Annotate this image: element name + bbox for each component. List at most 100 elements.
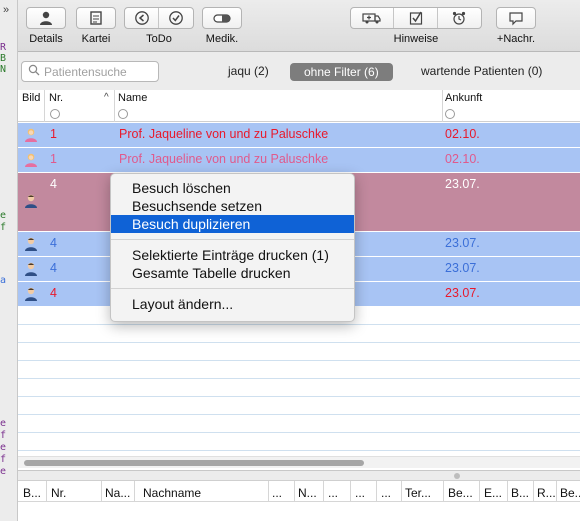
- bottom-column-header[interactable]: Nr.: [51, 486, 66, 500]
- toolbar: Details Kartei ToDo Medik. Hinweise +Nac…: [18, 0, 580, 52]
- column-header-nr[interactable]: Nr.: [49, 92, 63, 104]
- empty-row-line: [18, 378, 580, 379]
- magnifier-icon: [28, 64, 40, 79]
- menu-item-besuch-loeschen[interactable]: Besuch löschen: [111, 179, 354, 197]
- person-icon: [27, 8, 65, 28]
- empty-row-line: [18, 396, 580, 397]
- bottom-column-header[interactable]: ...: [381, 486, 391, 500]
- male-avatar-icon: [23, 286, 39, 302]
- pill-icon: [203, 8, 241, 28]
- bottom-column-header[interactable]: R...: [537, 486, 556, 500]
- bottom-column-header[interactable]: N...: [298, 486, 317, 500]
- filter-jaqu[interactable]: jaqu (2): [228, 64, 269, 78]
- cell-name: Prof. Jaqueline von und zu Paluschke: [119, 152, 329, 166]
- bottom-column-header[interactable]: ...: [272, 486, 282, 500]
- filter-radio-nr[interactable]: [50, 109, 60, 119]
- left-fragment: B: [0, 53, 7, 64]
- empty-row-line: [18, 414, 580, 415]
- checkmark-icon[interactable]: [159, 8, 193, 28]
- table-row[interactable]: 1 Prof. Jaqueline von und zu Paluschke 0…: [18, 148, 580, 172]
- hinweise-button-group[interactable]: [350, 7, 482, 29]
- filter-radio-ankunft[interactable]: [445, 109, 455, 119]
- checkbox-icon[interactable]: [394, 8, 438, 28]
- left-fragment: f: [0, 454, 7, 465]
- nachricht-label: +Nachr.: [496, 33, 536, 45]
- filter-wartende-patienten[interactable]: wartende Patienten (0): [421, 64, 542, 78]
- left-fragment: e: [0, 466, 7, 477]
- context-menu: Besuch löschen Besuchsende setzen Besuch…: [110, 173, 355, 322]
- menu-item-selektierte-drucken[interactable]: Selektierte Einträge drucken (1): [111, 246, 354, 264]
- menu-separator: [111, 288, 354, 289]
- left-fragment: N: [0, 64, 7, 75]
- female-avatar-icon: [23, 127, 39, 143]
- medik-button[interactable]: [202, 7, 242, 29]
- nachricht-button[interactable]: [496, 7, 536, 29]
- empty-row-line: [18, 342, 580, 343]
- cell-ankunft: 23.07.: [445, 261, 480, 275]
- cell-ankunft: 23.07.: [445, 286, 480, 300]
- empty-row-line: [18, 432, 580, 433]
- bottom-column-header[interactable]: B...: [511, 486, 529, 500]
- kartei-button[interactable]: [76, 7, 116, 29]
- cell-nr: 4: [50, 261, 57, 275]
- scrollbar-thumb[interactable]: [24, 460, 364, 466]
- bottom-column-header[interactable]: B...: [23, 486, 41, 500]
- left-fragment: R: [0, 42, 7, 53]
- cell-ankunft: 02.10.: [445, 127, 480, 141]
- bottom-column-header[interactable]: Na...: [105, 486, 130, 500]
- table-header: Bild Nr. ^ Name Ankunft: [18, 90, 580, 122]
- column-header-name[interactable]: Name: [118, 92, 147, 104]
- medik-label: Medik.: [205, 33, 239, 45]
- back-arrow-icon[interactable]: [125, 8, 160, 28]
- details-label: Details: [29, 33, 63, 45]
- bottom-column-header[interactable]: ...: [328, 486, 338, 500]
- bottom-column-header[interactable]: E...: [484, 486, 502, 500]
- patient-search-input[interactable]: Patientensuche: [21, 61, 159, 82]
- bottom-column-header[interactable]: Ter...: [405, 486, 431, 500]
- column-header-bild[interactable]: Bild: [22, 92, 40, 104]
- horizontal-scrollbar[interactable]: [18, 456, 580, 468]
- male-avatar-icon: [23, 236, 39, 252]
- left-fragment: f: [0, 222, 7, 233]
- todo-button-group[interactable]: [124, 7, 194, 29]
- alarm-clock-icon[interactable]: [438, 8, 481, 28]
- cell-nr: 4: [50, 236, 57, 250]
- cell-name: Prof. Jaqueline von und zu Paluschke: [119, 127, 329, 141]
- bottom-column-header[interactable]: ...: [355, 486, 365, 500]
- collapse-chevron-icon[interactable]: »: [3, 4, 9, 16]
- menu-item-layout-aendern[interactable]: Layout ändern...: [111, 295, 354, 313]
- bottom-column-header[interactable]: Nachname: [143, 486, 201, 500]
- filter-bar: Patientensuche jaqu (2) ohne Filter (6) …: [18, 52, 580, 90]
- left-fragment: f: [0, 430, 7, 441]
- sort-ascending-icon: ^: [104, 92, 109, 103]
- ambulance-icon[interactable]: [351, 8, 395, 28]
- table-row[interactable]: 1 Prof. Jaqueline von und zu Paluschke 0…: [18, 123, 580, 147]
- search-placeholder: Patientensuche: [44, 64, 127, 79]
- male-avatar-icon: [23, 261, 39, 277]
- bottom-column-header[interactable]: Be...: [560, 486, 580, 500]
- menu-item-besuch-duplizieren[interactable]: Besuch duplizieren: [111, 215, 354, 233]
- female-avatar-icon: [23, 152, 39, 168]
- filter-radio-name[interactable]: [118, 109, 128, 119]
- card-file-icon: [77, 8, 115, 28]
- kartei-label: Kartei: [81, 33, 111, 45]
- bottom-column-header[interactable]: Be...: [448, 486, 473, 500]
- details-button[interactable]: [26, 7, 66, 29]
- cell-nr: 1: [50, 127, 57, 141]
- left-side-panel: » R B N e f a e f e f e: [0, 0, 18, 521]
- menu-item-besuchsende-setzen[interactable]: Besuchsende setzen: [111, 197, 354, 215]
- column-header-ankunft[interactable]: Ankunft: [445, 92, 482, 104]
- hinweise-label: Hinweise: [393, 33, 439, 45]
- left-fragment: e: [0, 210, 7, 221]
- cell-nr: 1: [50, 152, 57, 166]
- cell-ankunft: 02.10.: [445, 152, 480, 166]
- left-fragment: e: [0, 418, 7, 429]
- male-avatar-icon: [23, 193, 39, 209]
- left-fragment: e: [0, 442, 7, 453]
- split-view-divider[interactable]: [18, 470, 580, 480]
- divider-handle-icon[interactable]: [454, 473, 460, 479]
- menu-item-tabelle-drucken[interactable]: Gesamte Tabelle drucken: [111, 264, 354, 282]
- visit-table: B... Nr. Na... Nachname ... N... ... ...…: [18, 480, 580, 521]
- empty-row-line: [18, 324, 580, 325]
- filter-ohne-filter[interactable]: ohne Filter (6): [290, 63, 393, 81]
